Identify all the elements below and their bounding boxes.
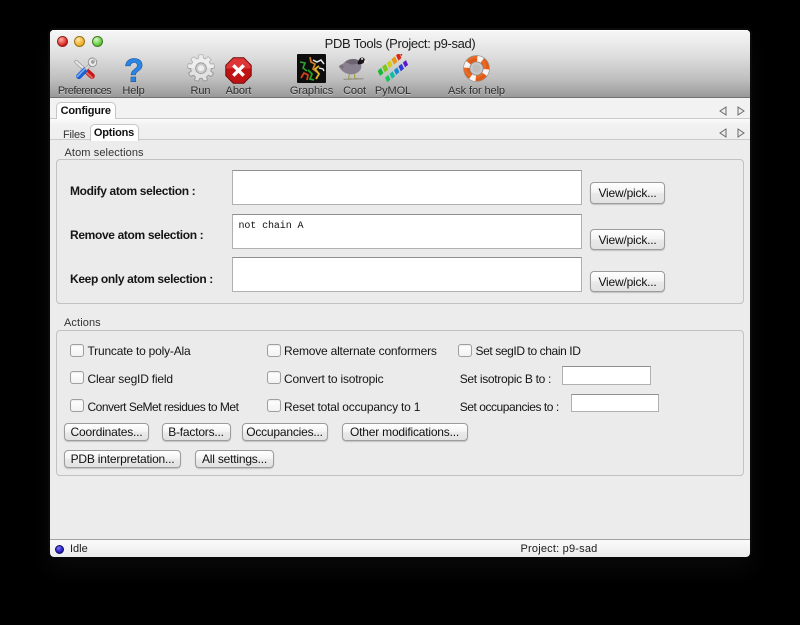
svg-text:?: ? (124, 54, 144, 84)
